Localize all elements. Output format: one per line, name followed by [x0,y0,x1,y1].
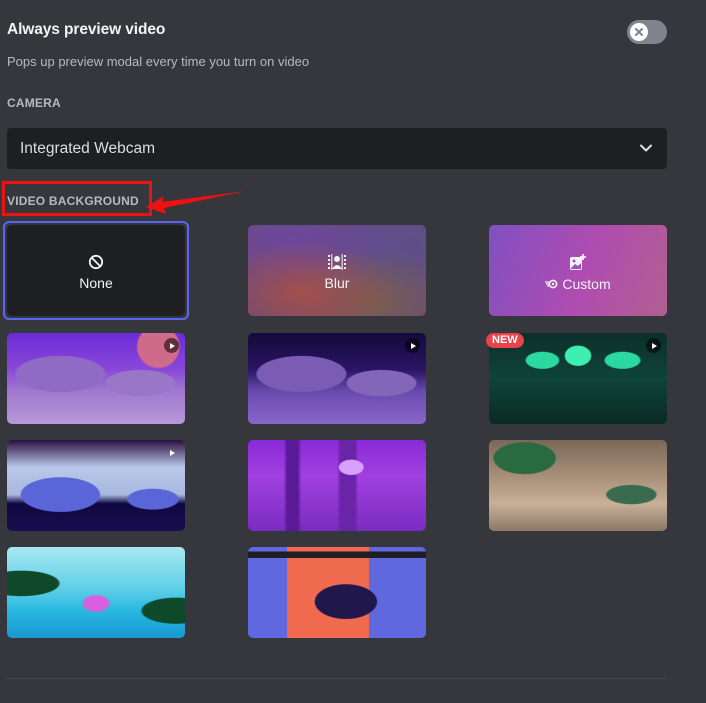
background-frozen-wumpus[interactable] [7,440,185,531]
background-option-custom[interactable]: Custom [489,225,667,316]
background-busy-plaza[interactable] [489,440,667,531]
always-preview-description: Pops up preview modal every time you tur… [7,54,310,69]
background-neon-city[interactable] [248,440,426,531]
background-mushroom-forest-day[interactable] [7,333,185,424]
background-option-blur[interactable]: Blur [248,225,426,316]
play-icon [646,338,661,353]
nitro-icon [545,279,558,289]
new-badge: NEW [486,333,524,348]
background-mushroom-forest-night[interactable] [248,333,426,424]
camera-select-value: Integrated Webcam [20,139,155,157]
play-icon [405,338,420,353]
background-option-none[interactable]: None [7,225,185,316]
block-icon [88,254,104,270]
chevron-down-icon [640,144,652,152]
custom-label-wrap: Custom [545,276,611,292]
background-hacker-room-wrap: NEW [486,333,667,424]
blur-person-icon [328,254,346,270]
option-label: None [79,275,113,291]
play-icon [164,338,179,353]
annotation-arrow-icon [146,191,246,214]
always-preview-title: Always preview video [7,21,166,38]
option-label: Blur [324,275,350,291]
camera-select[interactable]: Integrated Webcam [7,128,667,169]
camera-section-label: CAMERA [7,96,61,110]
image-add-icon [570,254,586,270]
play-icon [164,445,179,460]
background-tropical-lagoon[interactable] [7,547,185,638]
background-retro-window[interactable] [248,547,426,638]
annotation-highlight-box [2,181,152,216]
section-divider [7,678,667,679]
toggle-knob [630,23,648,41]
always-preview-toggle[interactable] [627,20,667,44]
option-label: Custom [562,276,611,292]
close-icon [635,28,643,36]
